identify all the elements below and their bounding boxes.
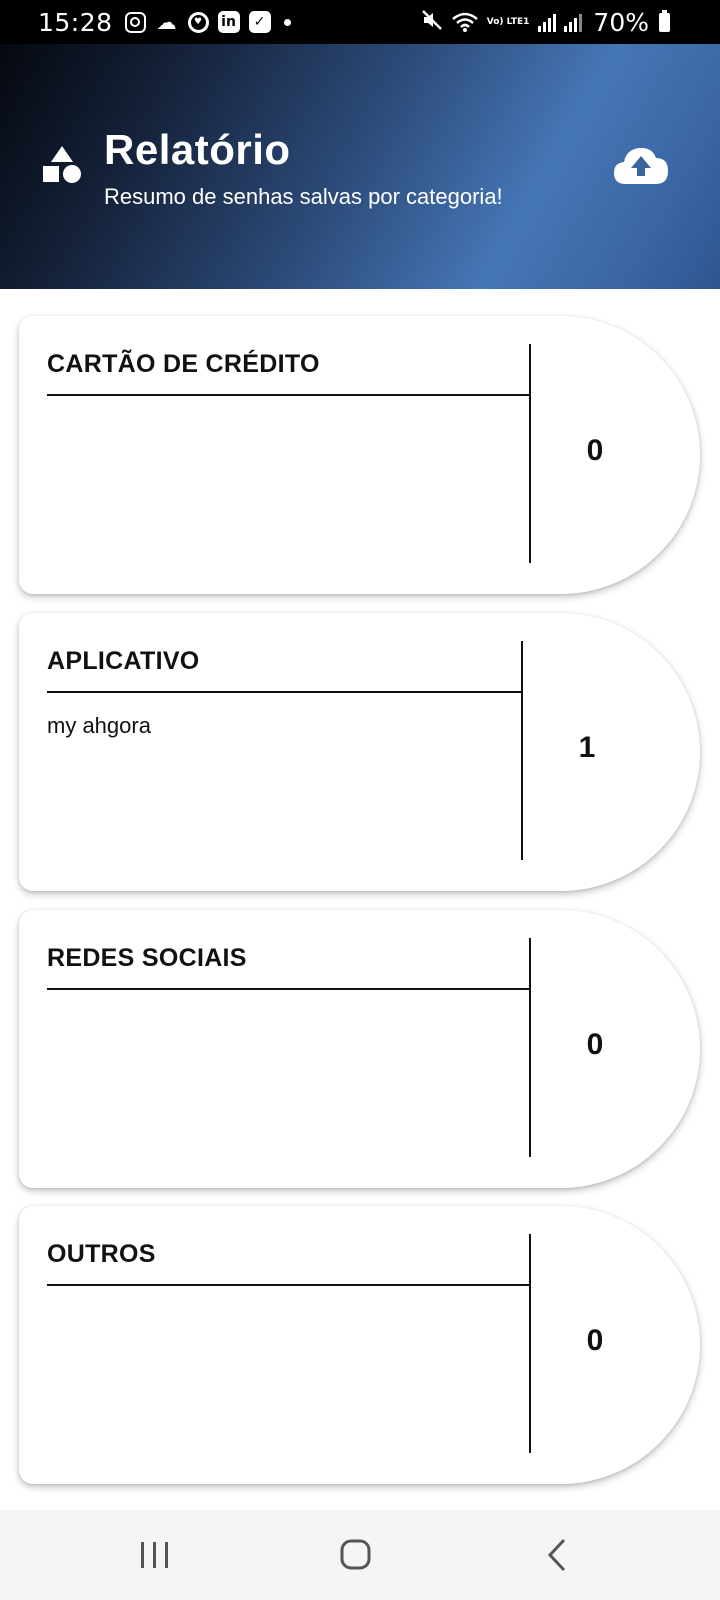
battery-level: 70% <box>593 7 649 37</box>
shapes-icon <box>43 146 81 183</box>
linkedin-icon: in <box>217 11 240 33</box>
divider <box>47 988 531 990</box>
category-count: 0 <box>586 1324 604 1357</box>
wifi-icon <box>451 11 479 33</box>
divider <box>529 938 531 1157</box>
category-title: CARTÃO DE CRÉDITO <box>47 350 320 378</box>
home-icon[interactable] <box>326 1532 386 1578</box>
check-icon: ✓ <box>248 11 271 33</box>
page-subtitle: Resumo de senhas salvas por categoria! <box>104 184 503 209</box>
battery-icon <box>659 9 670 32</box>
back-icon[interactable] <box>530 1532 590 1578</box>
category-count: 1 <box>578 731 596 764</box>
instagram-icon <box>124 11 146 33</box>
divider <box>47 1284 531 1286</box>
more-notifications-icon <box>283 18 291 26</box>
status-time: 15:28 <box>38 7 113 37</box>
system-nav-bar <box>0 1510 720 1600</box>
divider <box>521 641 523 860</box>
recents-icon[interactable] <box>125 1532 185 1578</box>
category-card-cartao-de-credito[interactable]: CARTÃO DE CRÉDITO 0 <box>19 316 700 594</box>
category-item: my ahgora <box>47 713 151 738</box>
page-title: Relatório <box>104 126 291 173</box>
category-count: 0 <box>586 434 604 467</box>
notification-icons: ☁ ♥ in ✓ <box>124 10 291 34</box>
category-card-aplicativo[interactable]: APLICATIVO my ahgora 1 <box>19 613 700 891</box>
app-header: Relatório Resumo de senhas salvas por ca… <box>0 44 720 289</box>
signal-icon <box>537 12 585 32</box>
category-title: OUTROS <box>47 1240 156 1268</box>
heart-icon: ♥ <box>187 11 209 33</box>
status-bar: 15:28 ☁ ♥ in ✓ Vo) LTE1 70% <box>0 0 720 44</box>
network-type-label: Vo) LTE1 <box>486 16 530 27</box>
cloud-upload-icon[interactable] <box>612 144 670 188</box>
mute-icon <box>421 9 443 36</box>
cloud-icon: ☁ <box>156 10 177 34</box>
system-icons: Vo) LTE1 70% <box>421 0 670 44</box>
category-title: REDES SOCIAIS <box>47 944 247 972</box>
divider <box>529 1234 531 1453</box>
category-title: APLICATIVO <box>47 647 200 675</box>
category-count: 0 <box>586 1028 604 1061</box>
divider <box>47 691 523 693</box>
category-card-redes-sociais[interactable]: REDES SOCIAIS 0 <box>19 910 700 1188</box>
divider <box>529 344 531 563</box>
category-card-outros[interactable]: OUTROS 0 <box>19 1206 700 1484</box>
divider <box>47 394 531 396</box>
